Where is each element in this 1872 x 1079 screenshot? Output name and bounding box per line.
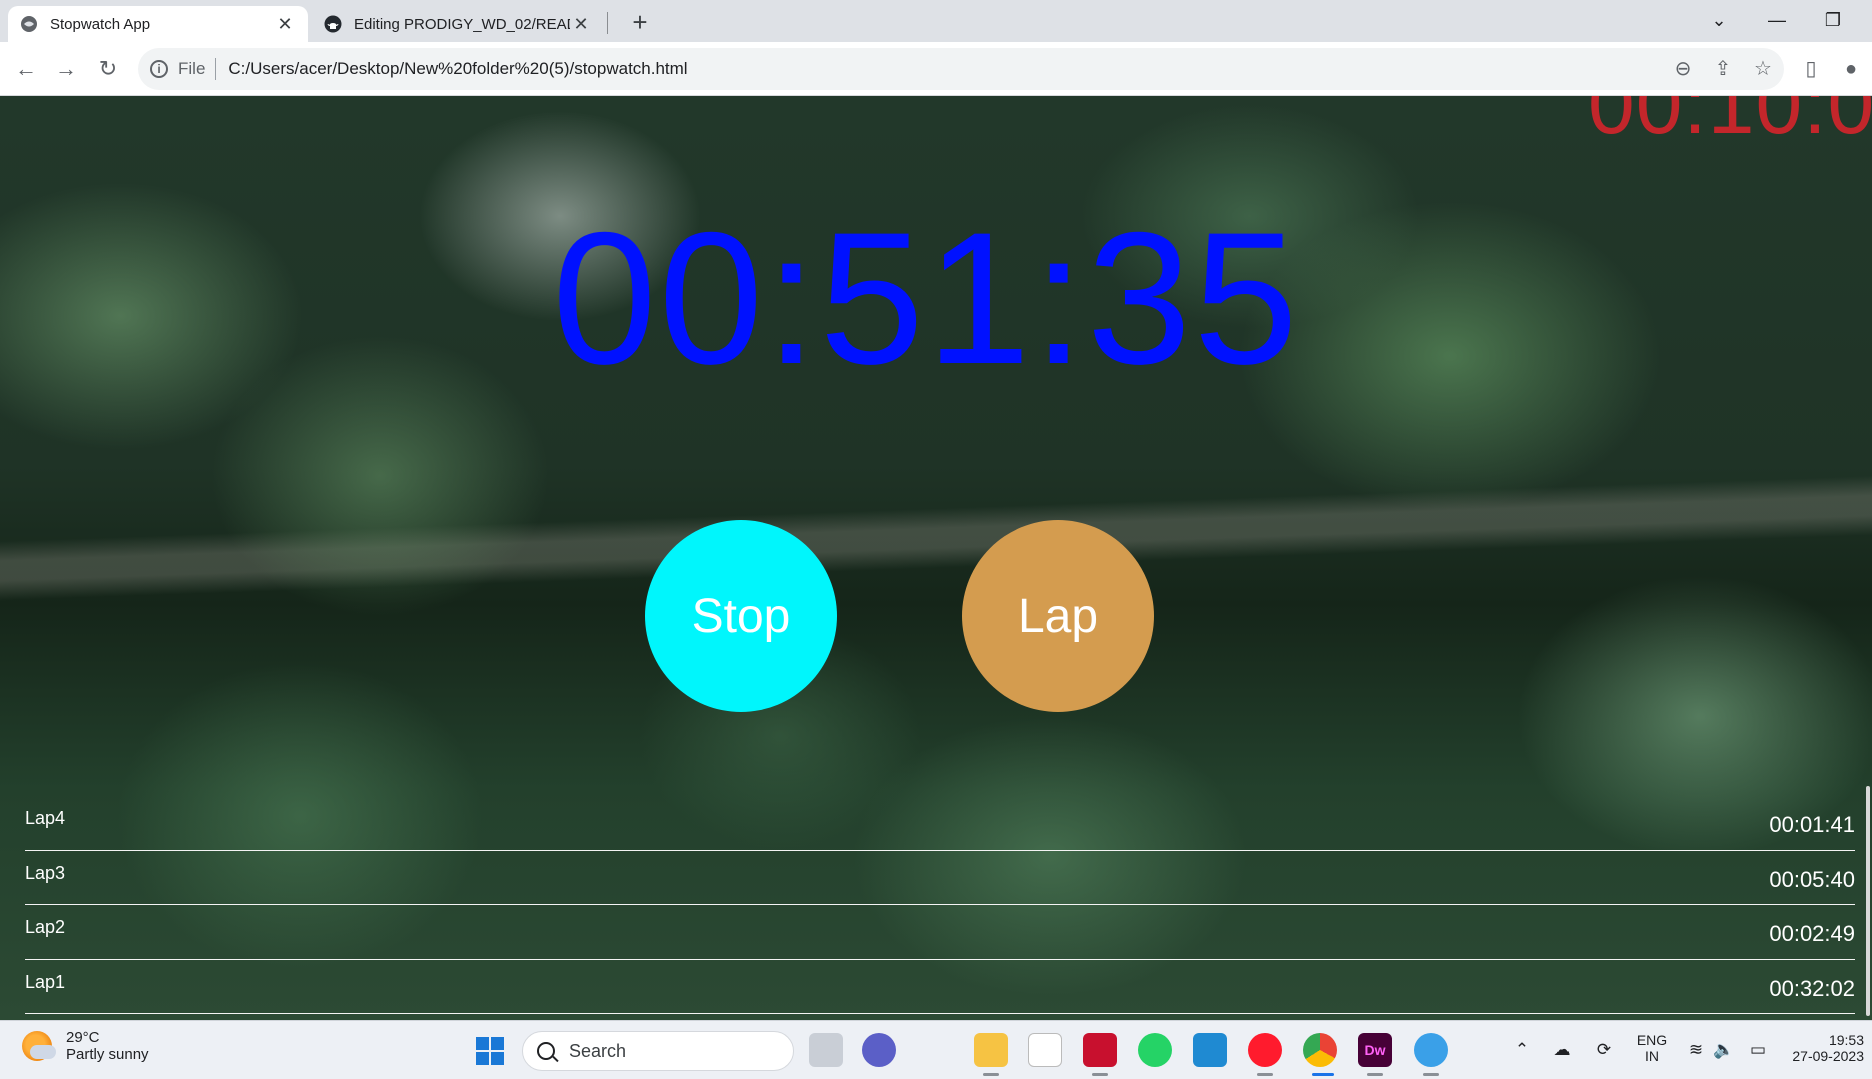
dreamweaver-icon[interactable]: Dw <box>1358 1033 1392 1067</box>
battery-icon[interactable]: ▭ <box>1746 1038 1770 1062</box>
lap-name: Lap2 <box>25 917 66 937</box>
chevron-up-icon[interactable]: ⌃ <box>1510 1038 1534 1062</box>
lap-name: Lap3 <box>25 862 66 883</box>
browser-toolbar: ← → ↻ i File C:/Users/acer/Desktop/New%2… <box>0 42 1872 96</box>
opera-icon[interactable] <box>1248 1033 1282 1067</box>
weather-widget[interactable]: 29°C Partly sunny <box>22 1029 149 1063</box>
clock-time: 19:53 <box>1828 1032 1864 1048</box>
address-divider <box>215 58 217 80</box>
page-scrollbar[interactable] <box>1866 786 1870 1016</box>
tab-title: Editing PRODIGY_WD_02/READM <box>354 15 570 33</box>
bookmark-star-icon[interactable]: ☆ <box>1748 54 1778 84</box>
lap-list: Lap4 00:01:41 Lap3 00:05:40 Lap2 00:02:4… <box>25 796 1855 1014</box>
tab-stopwatch-app[interactable]: Stopwatch App ✕ <box>8 6 308 42</box>
lap-time: 00:02:49 <box>1769 921 1855 946</box>
stopwatch-page: 00:10:03 00:51:35 Stop Lap Lap4 00:01:41… <box>0 96 1872 1020</box>
list-item: Lap1 00:32:02 <box>25 960 1855 1014</box>
side-panel-icon[interactable]: ▯ <box>1796 54 1826 84</box>
lap-name: Lap4 <box>25 808 66 828</box>
url-text[interactable]: C:/Users/acer/Desktop/New%20folder%20(5)… <box>228 59 687 79</box>
partly-sunny-icon <box>22 1031 56 1061</box>
onedrive-cloud-icon[interactable]: ☁ <box>1550 1038 1574 1062</box>
tab-editing-readme[interactable]: Editing PRODIGY_WD_02/READM ✕ <box>312 6 604 42</box>
profile-avatar-icon[interactable]: ● <box>1836 54 1866 84</box>
clock[interactable]: 19:53 27-09-2023 <box>1784 1032 1864 1064</box>
close-tab-icon[interactable]: ✕ <box>570 14 592 35</box>
vscode-icon[interactable] <box>1193 1033 1227 1067</box>
scheme-label: File <box>178 59 206 78</box>
taskbar-search-input[interactable]: Search <box>522 1031 794 1071</box>
taskbar: 29°C Partly sunny Search Dw ⌃ ☁ ⟳ ENG IN… <box>0 1020 1872 1079</box>
paint-icon[interactable] <box>1414 1033 1448 1067</box>
globe-icon <box>21 16 37 32</box>
info-icon[interactable]: i <box>150 60 168 78</box>
minimize-button[interactable]: — <box>1754 2 1800 38</box>
running-indicator <box>1092 1073 1108 1076</box>
lap-name: Lap1 <box>25 971 66 992</box>
teams-chat-icon[interactable] <box>862 1033 896 1067</box>
list-item: Lap4 00:01:41 <box>25 796 1855 851</box>
tab-title: Stopwatch App <box>50 15 151 33</box>
back-arrow-icon[interactable]: ← <box>10 53 42 85</box>
whatsapp-icon[interactable] <box>1138 1033 1172 1067</box>
running-indicator <box>983 1073 999 1076</box>
search-icon <box>537 1042 555 1060</box>
share-icon[interactable]: ⇪ <box>1708 54 1738 84</box>
wifi-icon[interactable]: ≋ <box>1684 1038 1708 1062</box>
list-item: Lap3 00:05:40 <box>25 851 1855 905</box>
file-explorer-icon[interactable] <box>974 1033 1008 1067</box>
volume-icon[interactable]: 🔈 <box>1712 1038 1736 1062</box>
sync-icon[interactable]: ⟳ <box>1592 1038 1616 1062</box>
stop-button[interactable]: Stop <box>645 520 837 712</box>
cs-eagle-icon[interactable] <box>1083 1033 1117 1067</box>
forward-arrow-icon[interactable]: → <box>50 53 82 85</box>
running-indicator <box>1423 1073 1439 1076</box>
running-indicator <box>1367 1073 1383 1076</box>
corner-timer: 00:10:03 <box>1588 96 1872 151</box>
maximize-button[interactable]: ❐ <box>1810 2 1856 38</box>
lap-time: 00:05:40 <box>1769 866 1855 892</box>
language-indicator[interactable]: ENG IN <box>1632 1032 1672 1064</box>
main-timer-display: 00:51:35 <box>552 193 1300 403</box>
weather-condition: Partly sunny <box>66 1046 149 1063</box>
address-bar[interactable]: i File C:/Users/acer/Desktop/New%20folde… <box>138 48 1784 90</box>
lap-time: 00:32:02 <box>1769 975 1855 1001</box>
zoom-icon[interactable]: ⊖ <box>1668 54 1698 84</box>
reload-icon[interactable]: ↻ <box>92 53 124 85</box>
running-indicator <box>1312 1073 1334 1076</box>
weather-temperature: 29°C <box>66 1029 100 1046</box>
tab-strip: Stopwatch App ✕ Editing PRODIGY_WD_02/RE… <box>0 0 1872 42</box>
github-icon <box>324 15 342 33</box>
running-indicator <box>1257 1073 1273 1076</box>
language-code: ENG <box>1636 1032 1668 1048</box>
region-code: IN <box>1645 1048 1659 1064</box>
new-tab-button[interactable]: + <box>624 6 656 38</box>
clock-date: 27-09-2023 <box>1792 1048 1864 1064</box>
tab-separator <box>607 12 608 34</box>
microsoft-store-icon[interactable] <box>1028 1033 1062 1067</box>
task-view-icon[interactable] <box>809 1033 843 1067</box>
list-item: Lap2 00:02:49 <box>25 905 1855 960</box>
search-placeholder: Search <box>569 1040 627 1061</box>
lap-button[interactable]: Lap <box>962 520 1154 712</box>
lap-time: 00:01:41 <box>1769 812 1855 837</box>
close-tab-icon[interactable]: ✕ <box>274 14 296 35</box>
chrome-icon[interactable] <box>1303 1033 1337 1067</box>
tab-search-chevron-icon[interactable]: ⌄ <box>1696 2 1742 38</box>
windows-start-icon[interactable] <box>476 1037 504 1065</box>
